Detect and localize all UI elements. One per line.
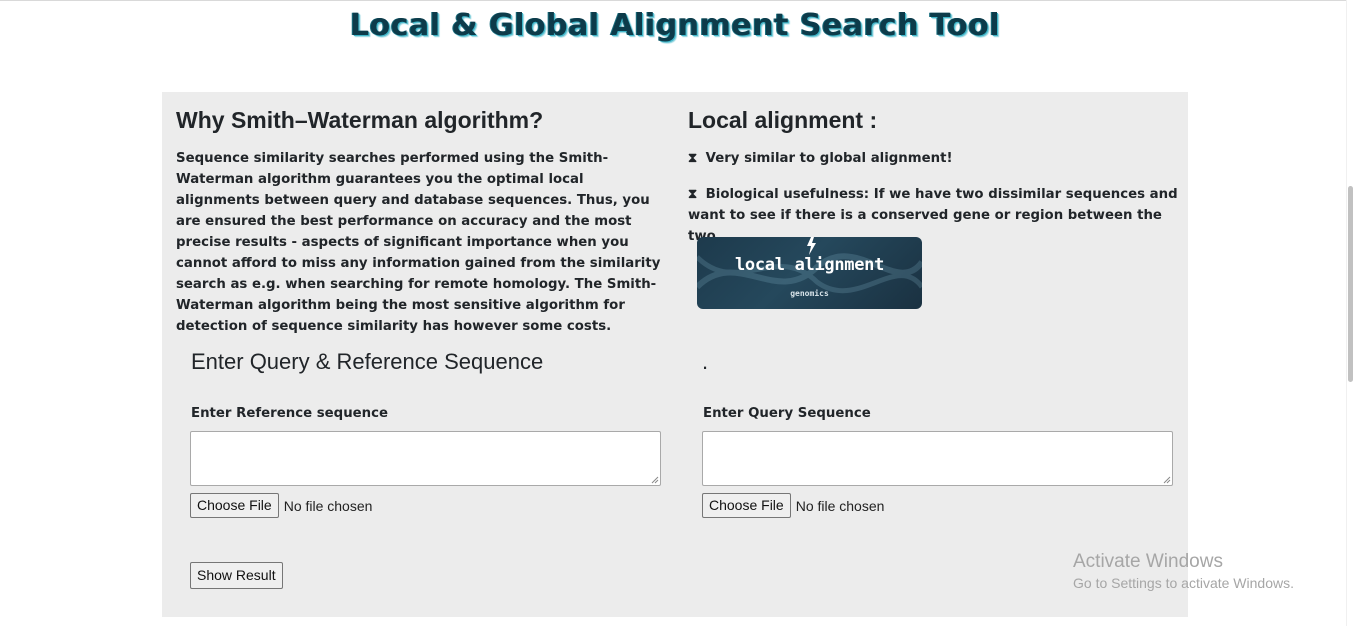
show-result-button[interactable]: Show Result — [190, 562, 283, 589]
vertical-scrollbar[interactable] — [1346, 0, 1354, 626]
why-paragraph: Sequence similarity searches performed u… — [176, 151, 661, 334]
page-title: Local & Global Alignment Search Tool — [350, 8, 1000, 43]
bullet-text: Biological usefulness: If we have two di… — [688, 187, 1178, 244]
main-panel: Why Smith–Waterman algorithm? Sequence s… — [162, 92, 1188, 617]
query-sequence-label: Enter Query Sequence — [703, 406, 871, 421]
reference-file-picker: Choose File No file chosen — [190, 493, 372, 518]
form-heading: Enter Query & Reference Sequence — [191, 349, 544, 374]
why-heading: Why Smith–Waterman algorithm? — [176, 107, 544, 133]
lightning-mark-icon — [807, 237, 816, 255]
resize-grip-icon[interactable] — [1163, 476, 1171, 484]
intro-right-column: Local alignment : ⧗ Very similar to glob… — [688, 106, 1178, 309]
bullet-item: ⧗ Very similar to global alignment! — [688, 148, 1178, 169]
reference-choose-file-button[interactable]: Choose File — [190, 493, 279, 518]
reference-sequence-label: Enter Reference sequence — [191, 406, 389, 421]
resize-grip-icon[interactable] — [651, 476, 659, 484]
query-file-picker: Choose File No file chosen — [702, 493, 884, 518]
watermark-title: Activate Windows — [1073, 551, 1223, 572]
top-border — [0, 0, 1354, 1]
activate-windows-watermark: Activate Windows Go to Settings to activ… — [1073, 550, 1333, 592]
form-heading-right: . — [702, 349, 709, 374]
bullet-text: Very similar to global alignment! — [705, 151, 953, 166]
watermark-subtitle: Go to Settings to activate Windows. — [1073, 575, 1294, 591]
query-choose-file-button[interactable]: Choose File — [702, 493, 791, 518]
reference-sequence-textarea[interactable] — [190, 431, 661, 486]
query-file-status: No file chosen — [795, 497, 885, 514]
reference-file-status: No file chosen — [283, 497, 373, 514]
hourglass-icon: ⧗ — [688, 187, 698, 202]
local-alignment-heading: Local alignment : — [688, 107, 878, 133]
query-sequence-textarea[interactable] — [702, 431, 1173, 486]
banner-title: local alignment — [734, 255, 885, 275]
intro-left-column: Why Smith–Waterman algorithm? Sequence s… — [176, 106, 666, 337]
local-alignment-banner-image: local alignment genomics — [697, 237, 922, 309]
scrollbar-thumb[interactable] — [1348, 186, 1353, 382]
banner-subtitle: genomics — [790, 289, 829, 298]
hourglass-icon: ⧗ — [688, 151, 698, 166]
